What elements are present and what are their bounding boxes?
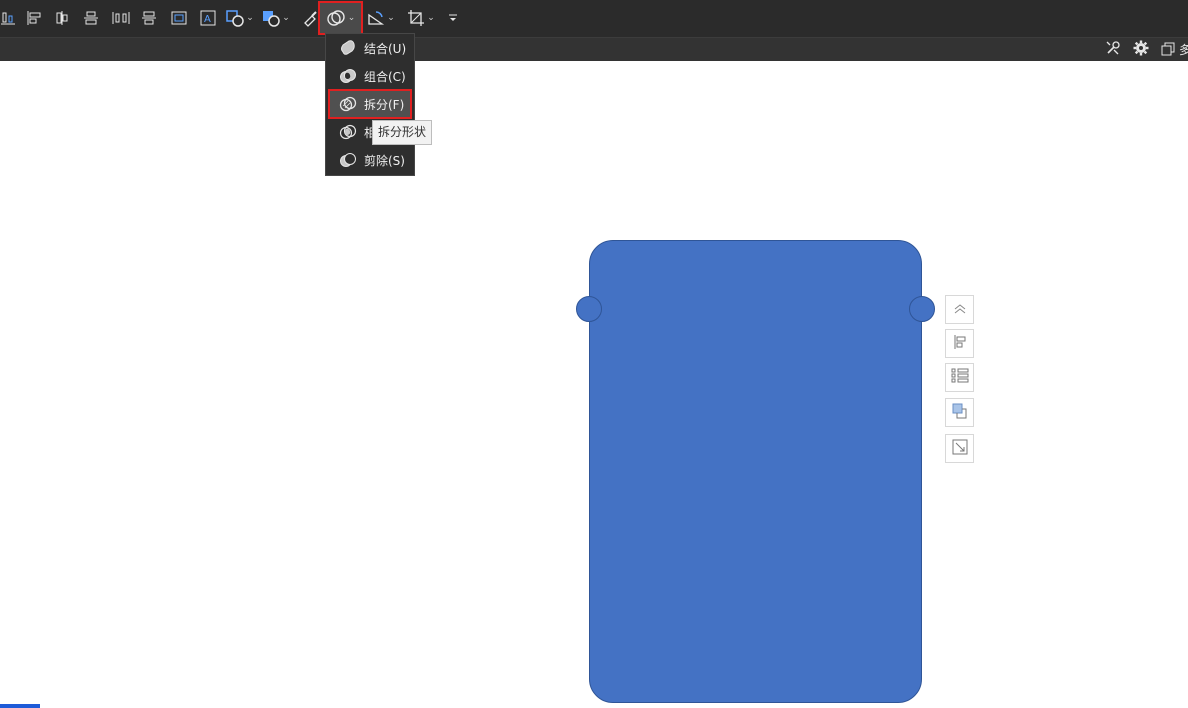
merge-shapes-menu: 结合(U) 组合(C) 拆分(F) 相交(I) 剪除(S) [325,33,415,176]
subtract-icon [338,150,358,170]
intersect-icon [338,122,358,142]
shape-fill-button[interactable]: ⌄ [224,6,256,30]
menu-item-subtract[interactable]: 剪除(S) [330,147,410,173]
format-painter-icon [302,9,320,27]
menu-item-label: 剪除(S) [364,153,405,168]
combine-icon [338,66,358,86]
align-middle-vertical-icon [141,10,157,26]
window-mode-button[interactable] [1159,41,1177,59]
more-icon [448,12,458,24]
align-center-button[interactable] [53,6,71,30]
double-chevron-up-icon [953,300,967,319]
format-painter-button[interactable] [301,6,321,30]
menu-item-union[interactable]: 结合(U) [330,35,410,61]
shape-left-circle[interactable] [576,296,602,322]
chevron-down-icon: ⌄ [427,12,435,23]
collapse-float-button[interactable] [945,295,974,324]
align-top-icon [83,10,99,26]
distribute-bottom-button[interactable] [0,6,16,30]
fragment-icon [338,94,358,114]
fragment-tooltip: 拆分形状 [372,120,433,145]
merge-shapes-icon [326,8,346,28]
select-pane-icon [171,10,187,26]
status-accent-bar [0,704,40,708]
rotate-button[interactable]: ⌄ [365,6,397,30]
svg-text:A: A [204,14,211,25]
arrange-float-button[interactable] [945,398,974,427]
menu-item-label: 组合(C) [364,69,406,84]
bring-forward-icon [952,403,968,423]
window-restore-icon [1161,41,1175,60]
distribute-horizontal-button[interactable] [111,6,131,30]
textbox-icon: A [200,10,216,26]
app-window: A ⌄ ⌄ ⌄ ⌄ ⌄ 多 结合(U) 组合(C) 拆分(F) 剪除(S) 拆分… [0,0,1188,708]
tools-button[interactable] [1104,41,1122,59]
menu-item-fragment[interactable]: 拆分(F) [328,89,412,119]
textbox-button[interactable]: A [199,6,217,30]
gear-icon [1133,40,1149,60]
crop-icon [407,9,425,27]
align-center-horizontal-icon [54,10,70,26]
union-icon [338,38,358,58]
align-top-button[interactable] [82,6,100,30]
resize-float-button[interactable] [945,434,974,463]
select-pane-button[interactable] [170,6,188,30]
align-float-button[interactable] [945,329,974,358]
chevron-down-icon: ⌄ [387,12,395,23]
more-button[interactable] [445,6,461,30]
shape-outline-icon [262,9,280,27]
resize-arrow-icon [952,439,968,459]
menu-item-label: 结合(U) [364,41,407,56]
shape-outline-button[interactable]: ⌄ [260,6,292,30]
distribute-bottom-icon [1,10,15,26]
ribbon-toolbar: A ⌄ ⌄ ⌄ ⌄ ⌄ [0,0,1188,37]
align-left-icon [26,10,42,26]
chevron-down-icon: ⌄ [246,12,254,23]
chevron-down-icon: ⌄ [347,12,356,23]
align-left-button[interactable] [25,6,43,30]
window-mode-label: 多 [1179,43,1188,57]
chevron-down-icon: ⌄ [282,12,290,23]
distribute-horizontal-icon [112,10,130,26]
layout-float-button[interactable] [945,363,974,392]
settings-button[interactable] [1132,40,1150,60]
rotate-icon [367,9,385,27]
list-layout-icon [951,368,969,388]
secondary-bar: 多 [0,37,1188,61]
merge-shapes-button[interactable]: ⌄ [318,1,363,35]
crop-button[interactable]: ⌄ [405,6,437,30]
menu-item-label: 拆分(F) [364,97,405,112]
align-left-icon [952,334,968,354]
selected-rounded-rectangle[interactable] [589,240,922,703]
shape-right-circle[interactable] [909,296,935,322]
align-middle-button[interactable] [140,6,158,30]
shape-fill-icon [226,9,244,27]
tools-icon [1105,40,1121,60]
menu-item-combine[interactable]: 组合(C) [330,63,410,89]
